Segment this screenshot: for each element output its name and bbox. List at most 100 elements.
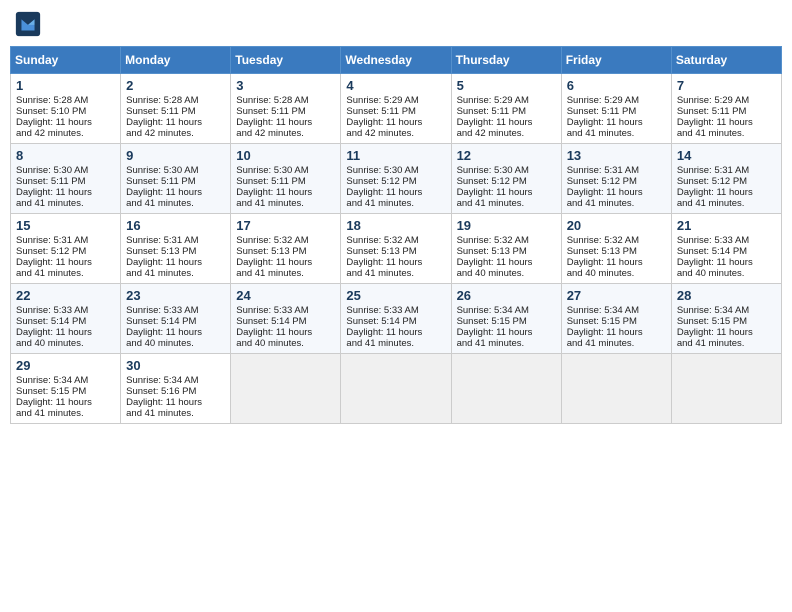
cell-info: Sunrise: 5:28 AMSunset: 5:10 PMDaylight:… [16,95,92,139]
calendar-cell: 23Sunrise: 5:33 AMSunset: 5:14 PMDayligh… [121,284,231,354]
cell-info: Sunrise: 5:32 AMSunset: 5:13 PMDaylight:… [567,235,643,279]
calendar-cell [451,354,561,424]
calendar-week-5: 29 Sunrise: 5:34 AMSunset: 5:15 PMDayligh… [11,354,782,424]
day-number: 1 [16,78,115,93]
calendar-cell: 29 Sunrise: 5:34 AMSunset: 5:15 PMDayligh… [11,354,121,424]
day-number: 12 [457,148,556,163]
logo-icon [14,10,42,38]
calendar-cell: 30 Sunrise: 5:34 AMSunset: 5:16 PMDayligh… [121,354,231,424]
day-number: 26 [457,288,556,303]
day-number: 19 [457,218,556,233]
calendar-cell: 5 Sunrise: 5:29 AMSunset: 5:11 PMDaylight… [451,74,561,144]
calendar-cell: 27 Sunrise: 5:34 AMSunset: 5:15 PMDayligh… [561,284,671,354]
day-number: 2 [126,78,225,93]
day-number: 28 [677,288,776,303]
day-number: 16 [126,218,225,233]
day-header-thursday: Thursday [451,47,561,74]
calendar-cell: 1 Sunrise: 5:28 AMSunset: 5:10 PMDaylight… [11,74,121,144]
calendar-cell: 28 Sunrise: 5:34 AMSunset: 5:15 PMDayligh… [671,284,781,354]
calendar-cell: 3 Sunrise: 5:28 AMSunset: 5:11 PMDaylight… [231,74,341,144]
cell-info: Sunrise: 5:33 AMSunset: 5:14 PMDaylight:… [236,305,312,349]
cell-info: Sunrise: 5:30 AMSunset: 5:12 PMDaylight:… [346,165,422,209]
calendar-cell: 15Sunrise: 5:31 AMSunset: 5:12 PMDayligh… [11,214,121,284]
calendar-cell: 17Sunrise: 5:32 AMSunset: 5:13 PMDayligh… [231,214,341,284]
day-number: 7 [677,78,776,93]
calendar-body: 1 Sunrise: 5:28 AMSunset: 5:10 PMDaylight… [11,74,782,424]
day-number: 22 [16,288,115,303]
cell-info: Sunrise: 5:32 AMSunset: 5:13 PMDaylight:… [346,235,422,279]
cell-info: Sunrise: 5:31 AMSunset: 5:13 PMDaylight:… [126,235,202,279]
calendar-cell: 7 Sunrise: 5:29 AMSunset: 5:11 PMDaylight… [671,74,781,144]
cell-info: Sunrise: 5:30 AMSunset: 5:11 PMDaylight:… [16,165,92,209]
cell-info: Sunrise: 5:28 AMSunset: 5:11 PMDaylight:… [126,95,202,139]
calendar-cell: 14 Sunrise: 5:31 AMSunset: 5:12 PMDayligh… [671,144,781,214]
day-number: 29 [16,358,115,373]
cell-info: Sunrise: 5:33 AMSunset: 5:14 PMDaylight:… [677,235,753,279]
calendar-cell: 11 Sunrise: 5:30 AMSunset: 5:12 PMDayligh… [341,144,451,214]
logo [14,10,46,38]
cell-info: Sunrise: 5:33 AMSunset: 5:14 PMDaylight:… [16,305,92,349]
calendar-week-4: 22 Sunrise: 5:33 AMSunset: 5:14 PMDayligh… [11,284,782,354]
cell-info: Sunrise: 5:32 AMSunset: 5:13 PMDaylight:… [457,235,533,279]
day-number: 27 [567,288,666,303]
calendar-cell: 24Sunrise: 5:33 AMSunset: 5:14 PMDayligh… [231,284,341,354]
calendar-week-3: 15Sunrise: 5:31 AMSunset: 5:12 PMDayligh… [11,214,782,284]
day-header-sunday: Sunday [11,47,121,74]
cell-info: Sunrise: 5:32 AMSunset: 5:13 PMDaylight:… [236,235,312,279]
cell-info: Sunrise: 5:34 AMSunset: 5:16 PMDaylight:… [126,375,202,419]
page-header [10,10,782,38]
calendar-cell: 13 Sunrise: 5:31 AMSunset: 5:12 PMDayligh… [561,144,671,214]
cell-info: Sunrise: 5:31 AMSunset: 5:12 PMDaylight:… [567,165,643,209]
day-number: 25 [346,288,445,303]
day-number: 13 [567,148,666,163]
cell-info: Sunrise: 5:31 AMSunset: 5:12 PMDaylight:… [677,165,753,209]
calendar-cell: 2 Sunrise: 5:28 AMSunset: 5:11 PMDaylight… [121,74,231,144]
calendar-cell: 4 Sunrise: 5:29 AMSunset: 5:11 PMDaylight… [341,74,451,144]
cell-info: Sunrise: 5:34 AMSunset: 5:15 PMDaylight:… [567,305,643,349]
cell-info: Sunrise: 5:30 AMSunset: 5:11 PMDaylight:… [236,165,312,209]
calendar-cell [561,354,671,424]
calendar-cell: 22 Sunrise: 5:33 AMSunset: 5:14 PMDayligh… [11,284,121,354]
day-number: 5 [457,78,556,93]
calendar-week-1: 1 Sunrise: 5:28 AMSunset: 5:10 PMDaylight… [11,74,782,144]
calendar-cell [341,354,451,424]
day-number: 4 [346,78,445,93]
day-number: 20 [567,218,666,233]
day-header-tuesday: Tuesday [231,47,341,74]
day-number: 14 [677,148,776,163]
day-header-saturday: Saturday [671,47,781,74]
day-number: 10 [236,148,335,163]
cell-info: Sunrise: 5:31 AMSunset: 5:12 PMDaylight:… [16,235,92,279]
calendar-cell: 25 Sunrise: 5:33 AMSunset: 5:14 PMDayligh… [341,284,451,354]
day-number: 21 [677,218,776,233]
day-number: 3 [236,78,335,93]
calendar-header-row: SundayMondayTuesdayWednesdayThursdayFrid… [11,47,782,74]
calendar-cell: 20 Sunrise: 5:32 AMSunset: 5:13 PMDayligh… [561,214,671,284]
calendar-cell: 6Sunrise: 5:29 AMSunset: 5:11 PMDaylight… [561,74,671,144]
cell-info: Sunrise: 5:28 AMSunset: 5:11 PMDaylight:… [236,95,312,139]
day-header-monday: Monday [121,47,231,74]
cell-info: Sunrise: 5:29 AMSunset: 5:11 PMDaylight:… [346,95,422,139]
cell-info: Sunrise: 5:33 AMSunset: 5:14 PMDaylight:… [346,305,422,349]
day-header-wednesday: Wednesday [341,47,451,74]
calendar-cell: 9Sunrise: 5:30 AMSunset: 5:11 PMDaylight… [121,144,231,214]
cell-info: Sunrise: 5:29 AMSunset: 5:11 PMDaylight:… [457,95,533,139]
cell-info: Sunrise: 5:34 AMSunset: 5:15 PMDaylight:… [16,375,92,419]
calendar-cell: 18 Sunrise: 5:32 AMSunset: 5:13 PMDayligh… [341,214,451,284]
cell-info: Sunrise: 5:34 AMSunset: 5:15 PMDaylight:… [677,305,753,349]
day-header-friday: Friday [561,47,671,74]
day-number: 30 [126,358,225,373]
cell-info: Sunrise: 5:30 AMSunset: 5:11 PMDaylight:… [126,165,202,209]
calendar-cell: 8Sunrise: 5:30 AMSunset: 5:11 PMDaylight… [11,144,121,214]
calendar-cell [671,354,781,424]
calendar-cell: 21 Sunrise: 5:33 AMSunset: 5:14 PMDayligh… [671,214,781,284]
calendar-cell: 19 Sunrise: 5:32 AMSunset: 5:13 PMDayligh… [451,214,561,284]
cell-info: Sunrise: 5:29 AMSunset: 5:11 PMDaylight:… [567,95,643,139]
calendar-cell: 12 Sunrise: 5:30 AMSunset: 5:12 PMDayligh… [451,144,561,214]
day-number: 11 [346,148,445,163]
cell-info: Sunrise: 5:34 AMSunset: 5:15 PMDaylight:… [457,305,533,349]
day-number: 18 [346,218,445,233]
calendar-cell: 26 Sunrise: 5:34 AMSunset: 5:15 PMDayligh… [451,284,561,354]
cell-info: Sunrise: 5:30 AMSunset: 5:12 PMDaylight:… [457,165,533,209]
cell-info: Sunrise: 5:29 AMSunset: 5:11 PMDaylight:… [677,95,753,139]
